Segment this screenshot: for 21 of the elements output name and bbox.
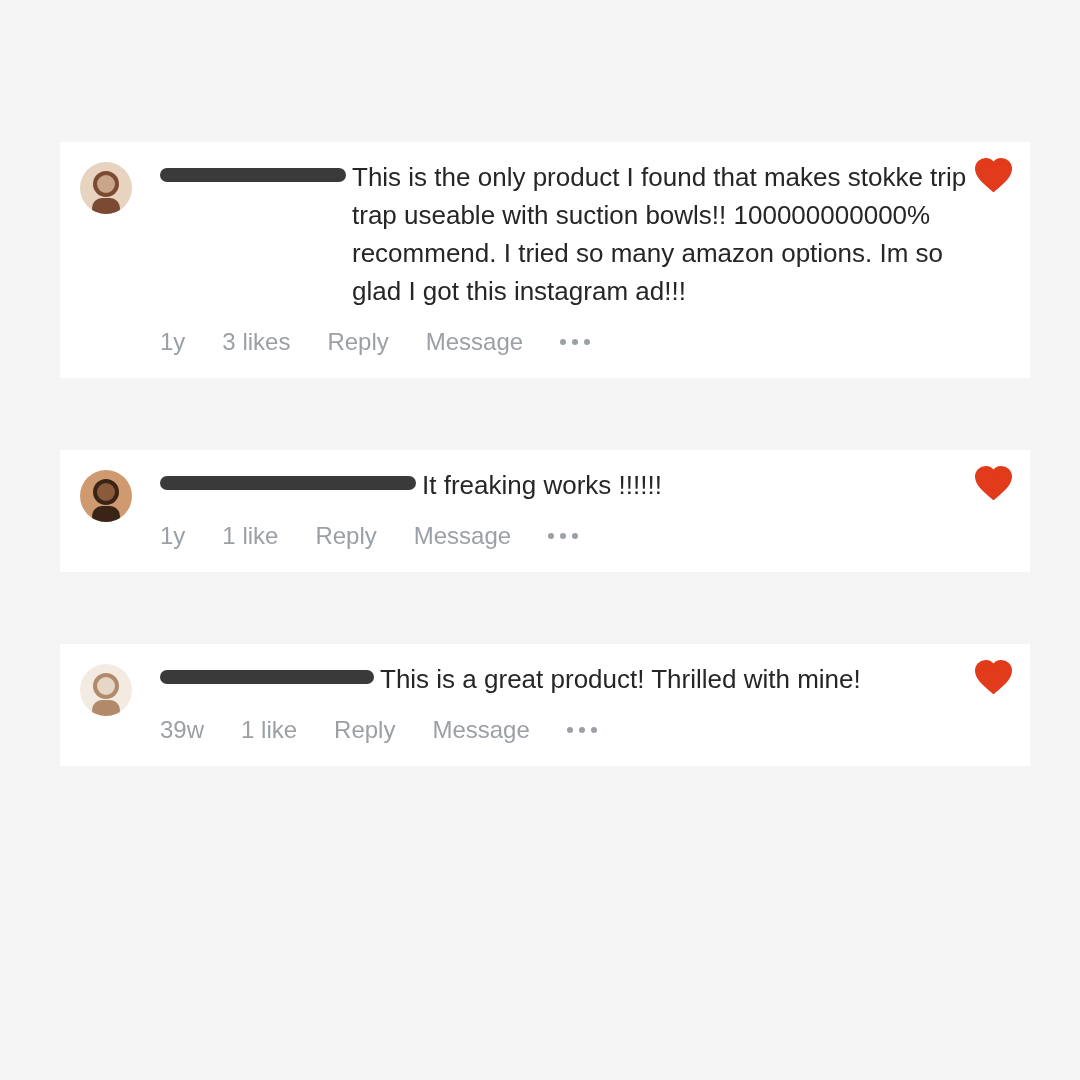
comment-text: This is the only product I found that makes stokke trip trap useable with suction bowls!! 100000000000% recommend. I tried so many amazon options. Im so glad I got this instagram ad!!! <box>352 161 968 308</box>
message-button[interactable]: Message <box>432 712 530 748</box>
more-icon[interactable] <box>548 533 579 539</box>
likes-link[interactable]: 3 likes <box>222 324 291 360</box>
more-icon[interactable] <box>560 339 591 345</box>
heart-icon[interactable] <box>975 466 1012 500</box>
more-icon[interactable] <box>566 727 597 733</box>
reply-button[interactable]: Reply <box>327 324 389 360</box>
comment-time: 1y <box>160 327 186 357</box>
comment-text: It freaking works !!!!!! <box>422 469 663 502</box>
reply-button[interactable]: Reply <box>315 518 377 554</box>
likes-link[interactable]: 1 like <box>241 712 298 748</box>
likes-link[interactable]: 1 like <box>222 518 279 554</box>
message-button[interactable]: Message <box>413 518 512 554</box>
message-button[interactable]: Message <box>425 324 524 360</box>
comment-time: 39w <box>160 715 205 745</box>
comment-text: This is a great product! Thrilled with mine! <box>380 663 862 696</box>
comment-time: 1y <box>160 521 186 551</box>
reply-button[interactable]: Reply <box>334 712 396 748</box>
heart-icon[interactable] <box>975 158 1012 192</box>
heart-icon[interactable] <box>975 660 1012 694</box>
